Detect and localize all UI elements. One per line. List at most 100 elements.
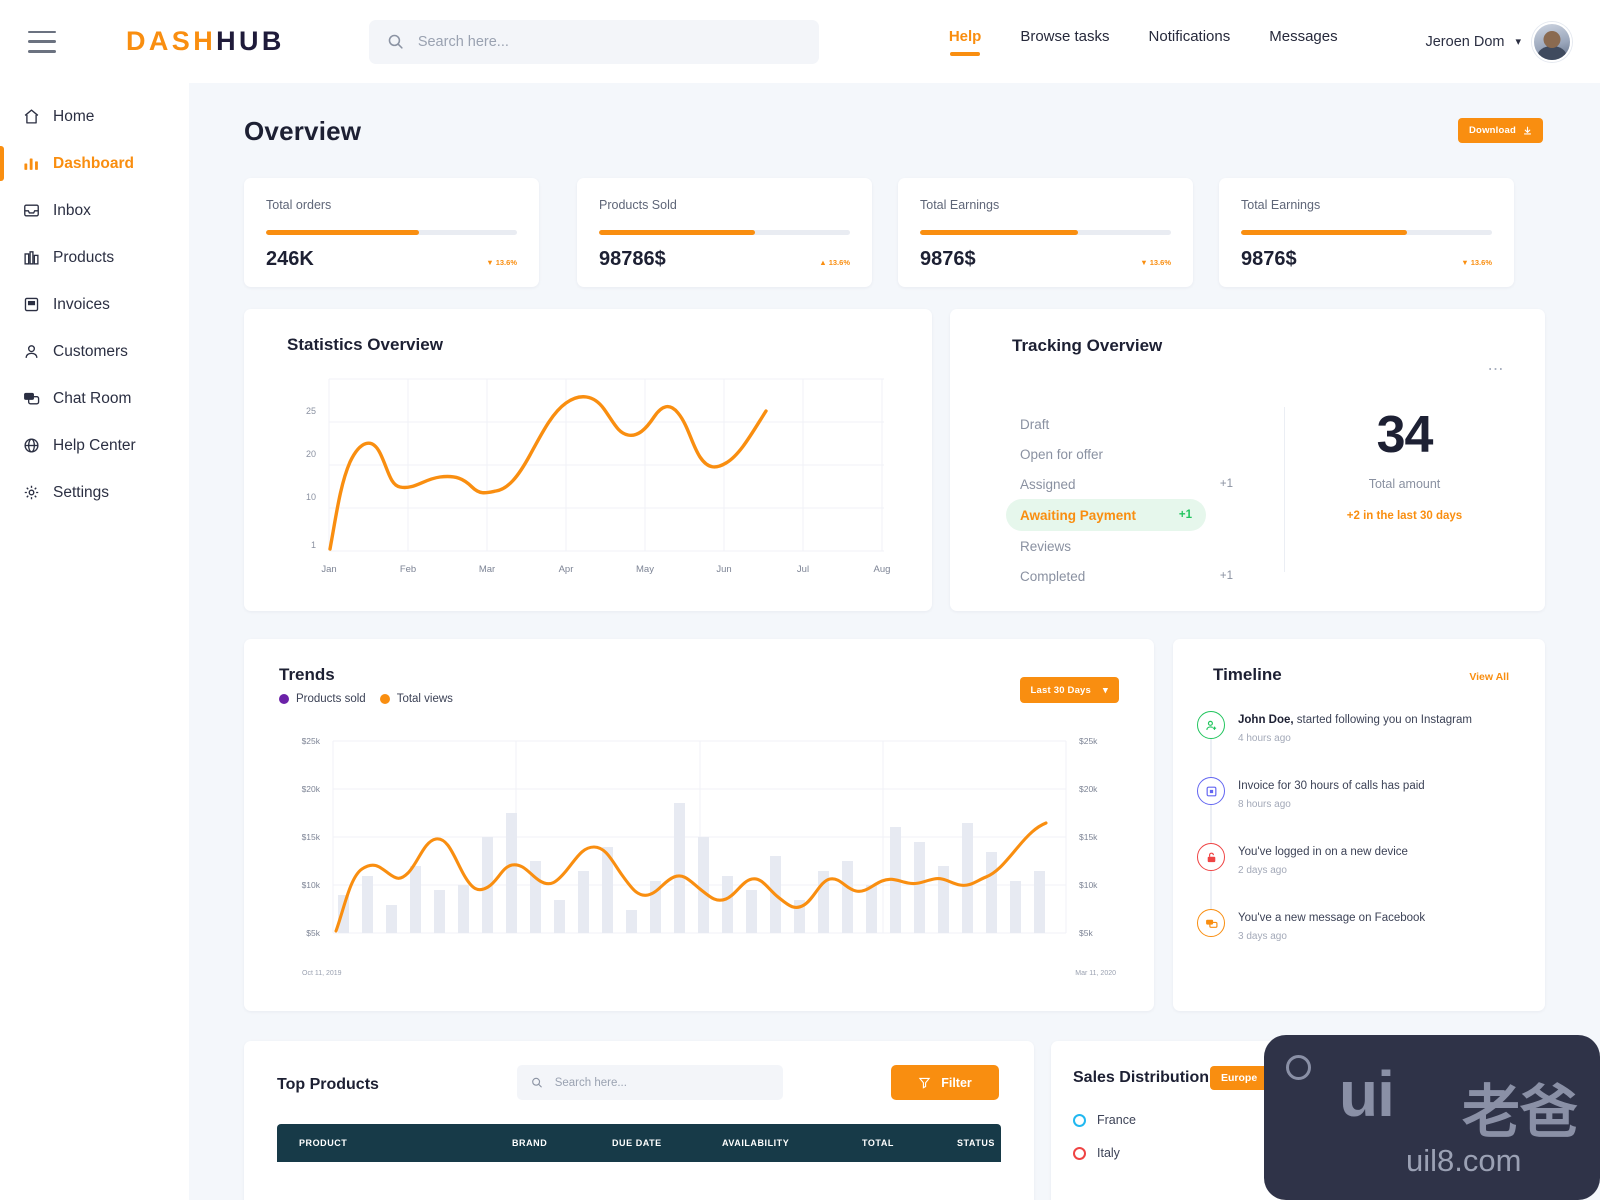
trends-start-date: Oct 11, 2019 [302,970,342,977]
sidebar-item-chat-room[interactable]: Chat Room [0,375,189,422]
y-tick-5k-right: $5k [1079,928,1093,938]
kpi-value: 9876$ [1241,248,1297,270]
timeline-time: 2 days ago [1238,864,1287,876]
timeline-text-block: Invoice for 30 hours of calls has paid 8… [1238,777,1425,843]
watermark: ui 老爸 uil8.com [1264,1035,1600,1200]
arrow-down-icon: ▼ [1140,258,1148,267]
kpi-value: 98786$ [599,248,666,270]
sidebar-item-inbox[interactable]: Inbox [0,187,189,234]
sidebar-item-dashboard[interactable]: Dashboard [0,140,189,187]
sidebar-item-settings[interactable]: Settings [0,469,189,516]
topnav-browse-tasks[interactable]: Browse tasks [1020,28,1109,56]
y-tick-10k-left: $10k [302,880,321,890]
download-button[interactable]: Download [1458,118,1543,143]
trends-range-dropdown[interactable]: Last 30 Days ▾ [1019,677,1119,703]
timeline-item[interactable]: Invoice for 30 hours of calls has paid 8… [1197,777,1533,845]
y-tick-10k-right: $10k [1079,880,1098,890]
main-content: Overview Download Total orders 246K ▼ 13.… [189,83,1600,1200]
timeline-item[interactable]: You've a new message on Facebook 3 days … [1197,909,1533,975]
kpi-delta: ▼ 13.6% [1140,258,1171,267]
watermark-cn: 老爸 [1462,1080,1579,1145]
sidebar-item-products[interactable]: Products [0,234,189,281]
logo-dash: DASH [126,26,217,56]
topnav-help[interactable]: Help [949,28,981,56]
filter-button[interactable]: Filter [891,1065,999,1100]
menu-toggle-icon[interactable] [28,30,56,53]
tracking-total-label: Total amount [1368,477,1441,491]
timeline-item[interactable]: John Doe, started following you on Insta… [1197,711,1533,779]
timeline-connector [1210,871,1212,911]
tracking-total-note: +2 in the last 30 days [1346,510,1463,522]
more-horizontal-icon[interactable]: ⋯ [1488,359,1506,379]
tracking-row-label: Completed [1020,568,1086,584]
kpi-progress-track [1241,230,1492,235]
sidebar-item-invoices[interactable]: Invoices [0,281,189,328]
user-menu[interactable]: Jeroen Dom ▾ [1425,21,1572,62]
gear-icon [22,484,41,501]
timeline-message: You've logged in on a new device [1238,845,1408,861]
tracking-row-awaiting-payment[interactable]: Awaiting Payment +1 [1006,499,1206,531]
x-tick-aug: Aug [874,564,891,575]
filter-icon [918,1077,931,1089]
logo-hub: HUB [216,26,285,56]
trends-chart: $25k $20k $15k $10k $5k $25k $20k $15k $… [302,736,1099,938]
top-products-card: Top Products Filter PRODUCT BRAND DUE DA… [244,1041,1034,1200]
chevron-down-icon: ▾ [1103,684,1108,696]
filter-label: Filter [941,1075,972,1090]
timeline-body: You've logged in on a new device [1238,846,1408,858]
x-tick-mar: Mar [479,564,495,575]
timeline-text-block: John Doe, started following you on Insta… [1238,711,1472,777]
timeline-view-all[interactable]: View All [1469,671,1509,683]
search-icon [388,34,403,49]
topnav-messages[interactable]: Messages [1269,28,1337,56]
home-icon [22,108,41,125]
sidebar-item-customers[interactable]: Customers [0,328,189,375]
tracking-row-draft[interactable]: Draft [1020,409,1255,439]
sales-title: Sales Distribution [1073,1069,1210,1086]
timeline-body: Invoice for 30 hours of calls has paid [1238,780,1425,792]
top-products-title: Top Products [277,1076,379,1093]
column-brand: BRAND [512,1138,548,1148]
watermark-url: uil8.com [1406,1143,1522,1178]
kpi-delta-value: 13.6% [828,258,850,267]
kpi-progress-fill [599,230,755,235]
timeline-text-block: You've logged in on a new device 2 days … [1238,843,1408,909]
kpi-progress-track [920,230,1171,235]
kpi-label: Total Earnings [920,198,1000,212]
column-total: TOTAL [862,1138,894,1148]
products-search[interactable] [517,1065,783,1100]
kpi-card-total-orders: Total orders 246K ▼ 13.6% [244,178,539,287]
kpi-value: 9876$ [920,248,976,270]
user-name: Jeroen Dom [1425,33,1505,50]
products-table-header: PRODUCT BRAND DUE DATE AVAILABILITY TOTA… [277,1124,1001,1162]
kpi-card-total-earnings-1: Total Earnings 9876$ ▼ 13.6% [898,178,1193,287]
tracking-row-completed[interactable]: Completed +1 [1020,561,1255,591]
timeline-message: You've a new message on Facebook [1238,911,1425,927]
sidebar-item-label: Home [53,107,95,125]
timeline-text-block: You've a new message on Facebook 3 days … [1238,909,1425,975]
kpi-delta: ▲ 13.6% [819,258,850,267]
tracking-row-label: Draft [1020,416,1050,432]
tracking-status-list: Draft Open for offer Assigned +1 Awaitin… [1006,409,1255,591]
timeline-item[interactable]: You've logged in on a new device 2 days … [1197,843,1533,911]
legend-products-sold: Products sold [279,693,366,705]
sidebar: Home Dashboard Inbox Products Invoices C… [0,83,189,1200]
topnav-notifications[interactable]: Notifications [1149,28,1231,56]
tracking-row-assigned[interactable]: Assigned +1 [1020,469,1255,499]
avatar[interactable] [1532,21,1572,62]
invoice-icon [22,296,41,313]
y-tick-1: 1 [311,540,316,550]
products-search-input[interactable] [554,1076,769,1089]
sidebar-item-help-center[interactable]: Help Center [0,422,189,469]
sidebar-item-home[interactable]: Home [0,93,189,140]
statistics-overview-card: Statistics Overview 25 20 10 1 Jan Feb Ma… [244,309,932,611]
global-search[interactable] [368,19,819,64]
tracking-row-open-for-offer[interactable]: Open for offer [1020,439,1255,469]
search-input[interactable] [417,33,801,50]
tracking-row-reviews[interactable]: Reviews [1020,531,1255,561]
lock-icon [1197,843,1225,871]
timeline-actor: John Doe, [1238,714,1294,726]
tracking-total: 34 Total amount +2 in the last 30 days [1284,409,1525,522]
y-tick-15k-left: $15k [302,832,321,842]
kpi-card-total-earnings-2: Total Earnings 9876$ ▼ 13.6% [1219,178,1514,287]
